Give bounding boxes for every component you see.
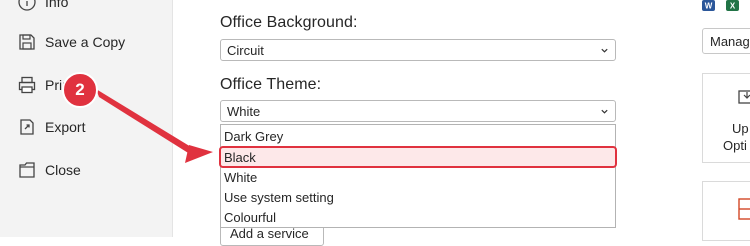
export-icon <box>20 119 34 135</box>
sidebar-item-label: Export <box>45 119 86 135</box>
close-document-icon <box>19 162 35 178</box>
printer-icon <box>18 76 36 94</box>
chevron-down-icon <box>601 109 608 114</box>
sidebar-item-save-a-copy[interactable]: Save a Copy <box>0 25 172 59</box>
sidebar-item-label: Close <box>45 162 81 178</box>
office-background-label: Office Background: <box>220 14 358 31</box>
office-theme-label: Office Theme: <box>220 76 322 93</box>
office-background-value: Circuit <box>227 42 264 58</box>
office-background-select[interactable]: Circuit <box>220 39 616 61</box>
sidebar-item-info[interactable]: Info <box>0 0 172 19</box>
info-icon <box>18 0 36 11</box>
sidebar-item-label: Info <box>45 0 69 10</box>
manage-button[interactable]: Manag <box>702 28 750 54</box>
sidebar-item-export[interactable]: Export <box>0 110 172 144</box>
sidebar-item-close[interactable]: Close <box>0 153 172 187</box>
chevron-down-icon <box>601 48 608 53</box>
theme-option-colourful[interactable]: Colourful <box>221 207 615 227</box>
excel-app-icon: X <box>726 0 739 11</box>
theme-option-use-system-setting[interactable]: Use system setting <box>221 187 615 207</box>
update-icon <box>738 90 750 104</box>
add-in-icon <box>738 198 750 220</box>
office-theme-value: White <box>227 103 261 119</box>
step-number-badge: 2 <box>75 80 85 99</box>
sidebar-item-label: Save a Copy <box>45 34 126 50</box>
theme-option-dark-grey[interactable]: Dark Grey <box>221 126 615 146</box>
theme-option-white[interactable]: White <box>221 167 615 187</box>
update-options-tile[interactable]: Up Opti <box>702 73 750 163</box>
backstage-sidebar: Info Save a Copy Print Export Close <box>0 0 173 237</box>
save-copy-icon <box>19 34 35 50</box>
word-app-icon: W <box>702 0 715 11</box>
office-theme-dropdown: Dark Grey Black White Use system setting… <box>219 124 617 228</box>
svg-text:W: W <box>705 2 713 11</box>
office-theme-select[interactable]: White <box>220 100 616 122</box>
theme-option-black[interactable]: Black <box>219 146 617 168</box>
svg-text:X: X <box>730 2 736 11</box>
office-add-in-tile[interactable] <box>702 181 750 241</box>
